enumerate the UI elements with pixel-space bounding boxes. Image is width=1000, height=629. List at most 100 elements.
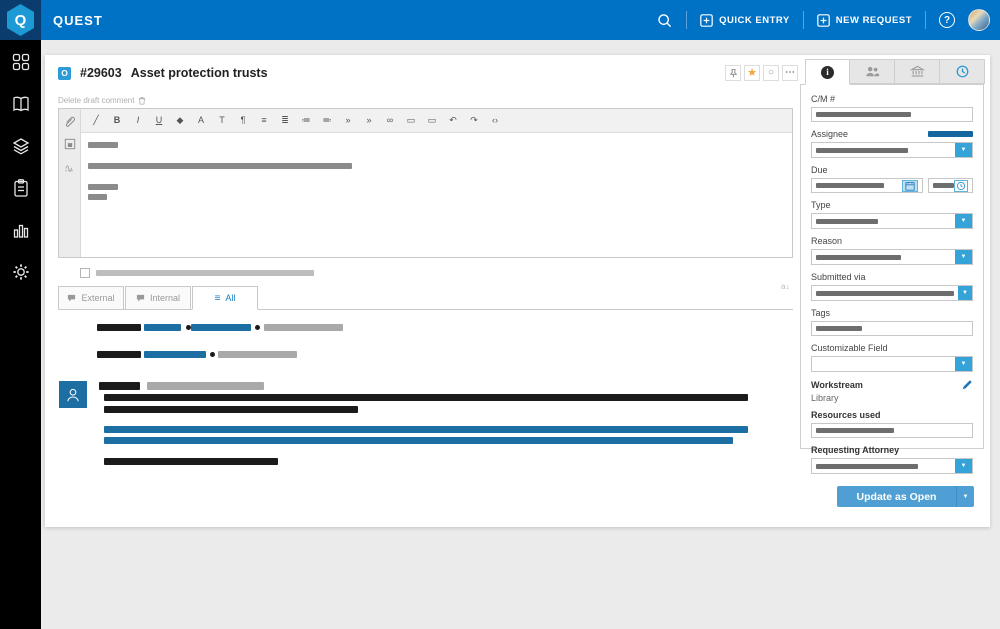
speech-bubble-icon bbox=[136, 294, 145, 301]
tab-internal[interactable]: Internal bbox=[125, 286, 191, 309]
toolbar-icon-3[interactable]: U bbox=[154, 116, 164, 125]
separator-dot bbox=[255, 325, 260, 330]
redacted-text bbox=[96, 270, 314, 276]
cm-label: C/M # bbox=[811, 94, 836, 104]
hexagon-logo-icon: Q bbox=[7, 4, 34, 36]
chevron-down-icon[interactable]: ▼ bbox=[955, 214, 972, 228]
tab-internal-label: Internal bbox=[149, 293, 181, 303]
new-request-button[interactable]: NEW REQUEST bbox=[816, 13, 912, 27]
left-sidebar bbox=[0, 40, 41, 629]
redacted-link[interactable] bbox=[104, 426, 748, 433]
sidebar-item-settings[interactable] bbox=[9, 262, 33, 282]
editor-content[interactable] bbox=[81, 133, 792, 257]
sidebar-item-dashboard[interactable] bbox=[9, 52, 33, 72]
pin-button[interactable] bbox=[725, 65, 741, 81]
tab-activity[interactable] bbox=[940, 59, 985, 84]
tab-firm[interactable] bbox=[895, 59, 940, 84]
tab-external-label: External bbox=[81, 293, 115, 303]
toolbar-icon-1[interactable]: B bbox=[112, 116, 122, 125]
toolbar-icon-11[interactable]: ≕ bbox=[322, 116, 332, 125]
requesting-attorney-select[interactable]: ▼ bbox=[811, 458, 973, 474]
sidebar-item-library[interactable] bbox=[9, 94, 33, 114]
toolbar-icon-14[interactable]: ∞ bbox=[385, 116, 395, 125]
submitted-via-select[interactable]: ▼ bbox=[811, 285, 973, 301]
workstream-value: Library bbox=[811, 393, 839, 403]
gear-icon bbox=[12, 264, 29, 280]
insert-image-button[interactable] bbox=[63, 137, 77, 151]
chevron-down-icon[interactable]: ▼ bbox=[958, 286, 972, 300]
book-icon bbox=[12, 96, 29, 112]
edit-pencil-icon[interactable] bbox=[962, 379, 973, 390]
chevron-down-icon[interactable]: ▼ bbox=[955, 357, 972, 371]
user-avatar[interactable] bbox=[968, 9, 990, 31]
attachment-button[interactable] bbox=[63, 114, 77, 128]
delete-draft-link[interactable]: Delete draft comment bbox=[58, 96, 146, 105]
toolbar-icon-13[interactable]: » bbox=[364, 116, 374, 125]
assignee-select[interactable]: ▼ bbox=[811, 142, 973, 158]
tab-external[interactable]: External bbox=[58, 286, 124, 309]
toolbar-icon-10[interactable]: ≔ bbox=[301, 116, 311, 125]
search-button[interactable] bbox=[656, 12, 673, 29]
toolbar-icon-9[interactable]: ≣ bbox=[280, 116, 290, 125]
reason-select[interactable]: ▼ bbox=[811, 249, 973, 265]
toolbar-icon-15[interactable]: ▭ bbox=[406, 116, 416, 125]
app-logo[interactable]: Q bbox=[0, 0, 41, 40]
toolbar-icon-2[interactable]: I bbox=[133, 116, 143, 125]
tab-all[interactable]: ≡ All bbox=[192, 286, 258, 310]
toolbar-icon-12[interactable]: » bbox=[343, 116, 353, 125]
redacted-link[interactable] bbox=[144, 324, 181, 331]
redacted-assign-link[interactable] bbox=[928, 131, 973, 137]
type-select[interactable]: ▼ bbox=[811, 213, 973, 229]
cm-input[interactable] bbox=[811, 107, 973, 122]
divider bbox=[802, 11, 804, 29]
circle-button[interactable]: ○ bbox=[763, 65, 779, 81]
star-button[interactable]: ★ bbox=[744, 65, 760, 81]
update-as-open-button[interactable]: Update as Open bbox=[837, 486, 956, 507]
due-time-input[interactable] bbox=[928, 178, 973, 193]
workstream-label: Workstream bbox=[811, 379, 973, 390]
chevron-down-icon[interactable]: ▼ bbox=[955, 459, 972, 473]
sidebar-item-reports[interactable] bbox=[9, 220, 33, 240]
redacted-link[interactable] bbox=[104, 437, 733, 444]
tab-people[interactable] bbox=[850, 59, 895, 84]
detail-panel-tabs: i bbox=[805, 59, 985, 85]
redacted-link[interactable] bbox=[144, 351, 206, 358]
redacted-timestamp bbox=[147, 382, 264, 390]
toolbar-icon-4[interactable]: ◆ bbox=[175, 116, 185, 125]
draft-checkbox[interactable] bbox=[80, 268, 90, 278]
sort-button[interactable]: a↓ bbox=[781, 282, 789, 291]
clock-icon bbox=[956, 65, 968, 78]
update-options-button[interactable]: ▼ bbox=[956, 486, 974, 507]
toolbar-icon-6[interactable]: T bbox=[217, 116, 227, 125]
redacted-value bbox=[816, 183, 884, 188]
redacted-link[interactable] bbox=[191, 324, 251, 331]
signature-button[interactable] bbox=[63, 160, 77, 174]
customizable-field-select[interactable]: ▼ bbox=[811, 356, 973, 372]
toolbar-icon-5[interactable]: A bbox=[196, 116, 206, 125]
resources-used-input[interactable] bbox=[811, 423, 973, 438]
calendar-button[interactable] bbox=[902, 179, 918, 192]
request-card: O #29603 Asset protection trusts ★ ○ ⋯ D… bbox=[45, 55, 990, 527]
sidebar-item-requests[interactable] bbox=[9, 178, 33, 198]
delete-draft-label: Delete draft comment bbox=[58, 96, 135, 105]
toolbar-icon-17[interactable]: ↶ bbox=[448, 116, 458, 125]
chevron-down-icon[interactable]: ▼ bbox=[955, 143, 972, 157]
quick-entry-button[interactable]: QUICK ENTRY bbox=[700, 13, 790, 27]
tab-info[interactable]: i bbox=[805, 59, 850, 85]
toolbar-icon-0[interactable]: ╱ bbox=[91, 116, 101, 125]
time-button[interactable] bbox=[954, 179, 968, 192]
chevron-down-icon[interactable]: ▼ bbox=[955, 250, 972, 264]
toolbar-icon-18[interactable]: ↷ bbox=[469, 116, 479, 125]
redacted-value bbox=[816, 463, 918, 469]
help-button[interactable]: ? bbox=[939, 12, 955, 28]
due-date-input[interactable] bbox=[811, 178, 923, 193]
sidebar-item-collections[interactable] bbox=[9, 136, 33, 156]
toolbar-icon-8[interactable]: ≡ bbox=[259, 116, 269, 125]
tags-input[interactable] bbox=[811, 321, 973, 336]
more-button[interactable]: ⋯ bbox=[782, 65, 798, 81]
toolbar-icon-19[interactable]: ‹› bbox=[490, 116, 500, 125]
toolbar-icon-7[interactable]: ¶ bbox=[238, 116, 248, 125]
logo-letter: Q bbox=[14, 11, 27, 29]
resources-used-label: Resources used bbox=[811, 410, 881, 420]
toolbar-icon-16[interactable]: ▭ bbox=[427, 116, 437, 125]
